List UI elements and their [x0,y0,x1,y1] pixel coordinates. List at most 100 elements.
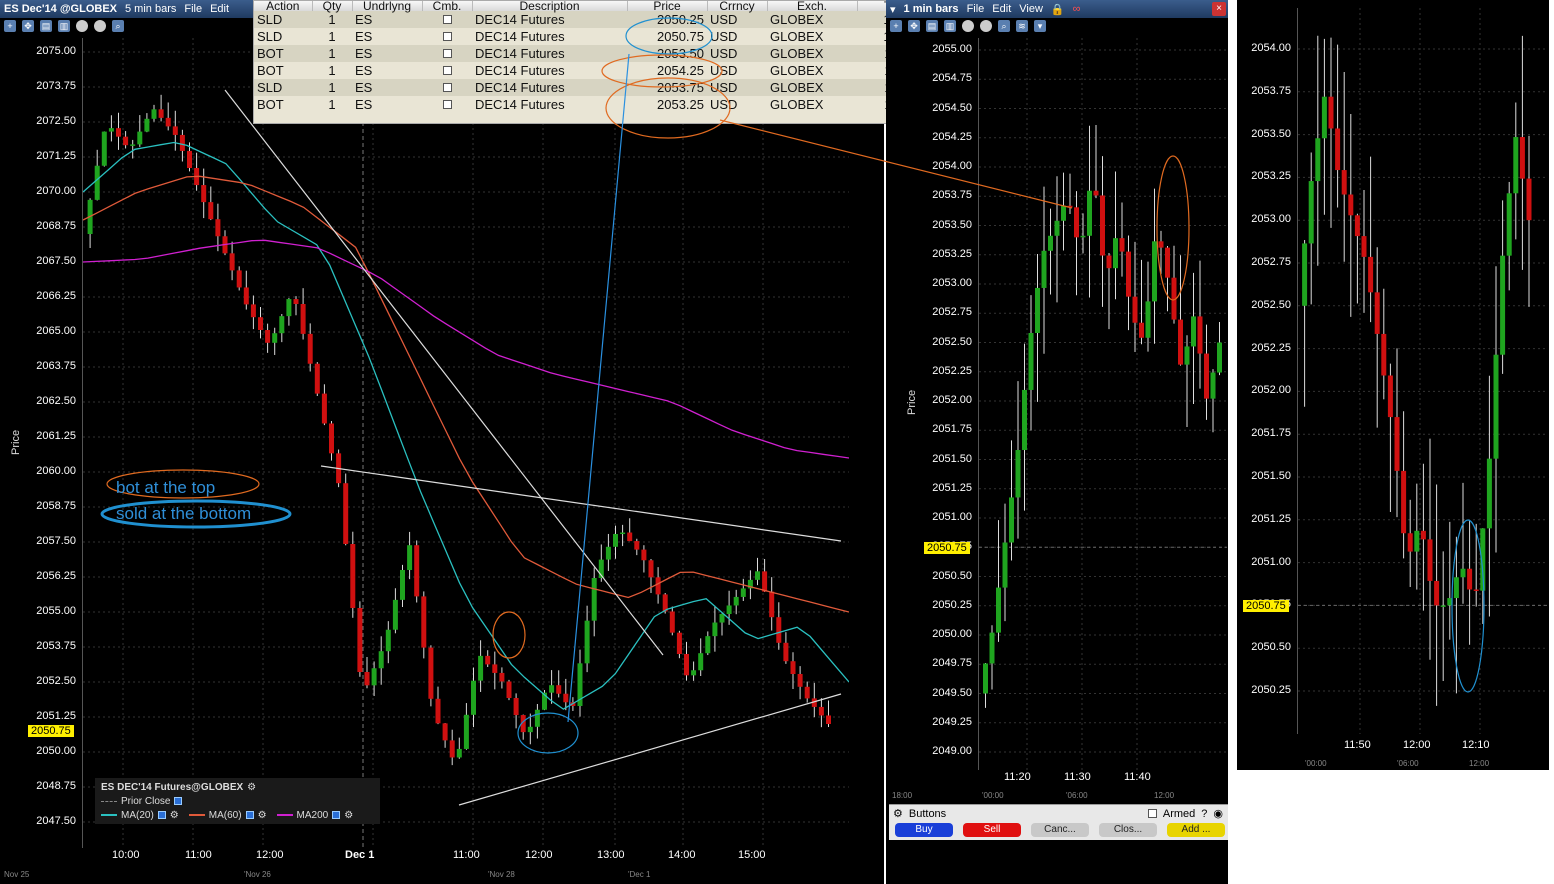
down-candle [1381,333,1387,376]
cell-cur: USD [710,29,738,44]
x-tick-label: 'Nov 26 [244,870,271,879]
y-tick-label: 2053.25 [932,247,972,260]
cell-qty: 1 [328,97,336,112]
ma20-checkbox[interactable] [157,811,166,819]
y-tick-label: 2053.00 [932,277,972,289]
ma200-settings-icon[interactable]: ⚙ [344,810,353,821]
x-tick-label: 14:00 [668,849,696,861]
up-candle [407,545,413,570]
cancel-button[interactable]: Canc... [1031,823,1089,837]
cell-cmb [422,96,472,113]
middle-menu-view[interactable]: View [1019,3,1043,15]
close-icon[interactable]: × [1212,2,1226,16]
circle-icon[interactable] [962,20,974,32]
legend-title: ES DEC'14 Futures@GLOBEX [101,781,244,793]
contract-title[interactable]: ES Dec'14 @GLOBEX [4,3,117,15]
combo-checkbox[interactable] [442,66,452,75]
y-tick-label: 2067.50 [36,255,76,267]
print-preview-icon[interactable]: ▥ [58,20,70,32]
col-qty[interactable]: Qty [312,1,353,12]
down-candle [1394,417,1400,471]
y-tick-label: 2072.50 [36,115,76,127]
down-candle [769,591,775,618]
record-icon[interactable] [980,20,992,32]
crosshair-icon[interactable]: ✥ [22,20,34,32]
options-icon[interactable]: ◉ [1213,807,1223,820]
link-icon[interactable]: ∞ [1073,3,1081,15]
table-row[interactable]: BOT1ESDEC14 Futures2054.25USDGLOBEX11:33… [254,62,935,79]
cell-und: ES [355,29,373,44]
buy-button[interactable]: Buy [895,823,953,837]
menu-file[interactable]: File [184,3,202,15]
ma60-checkbox[interactable] [245,811,254,819]
combo-checkbox[interactable] [442,32,452,41]
circle-icon[interactable] [76,20,88,32]
middle-interval-selector[interactable]: 1 min bars [904,3,959,15]
add-button[interactable]: Add ... [1167,823,1225,837]
x-tick-label: 11:50 [1344,739,1371,751]
middle-chart-window: ▾ 1 min bars File Edit View 🔒 ∞ × + ✥ ▤ … [886,0,1228,884]
col-exchange[interactable]: Exch. [767,1,858,12]
chart-type-icon[interactable]: ≋ [1016,20,1028,32]
combo-checkbox[interactable] [442,15,452,24]
x-tick-label: 11:20 [1004,771,1031,783]
up-candle [1028,333,1034,390]
col-action[interactable]: Action [254,1,313,12]
left-chart-window: ES Dec'14 @GLOBEX 5 min bars File Edit +… [0,0,884,884]
table-row[interactable]: SLD1ESDEC14 Futures2050.75USDGLOBEX12:06… [254,28,935,45]
col-underlying[interactable]: Undrlyng [352,1,423,12]
ma20-settings-icon[interactable]: ⚙ [170,810,179,821]
table-row[interactable]: SLD1ESDEC14 Futures2050.25USDGLOBEX12:09… [254,11,935,28]
down-candle [1139,322,1144,338]
print-icon[interactable]: ▤ [40,20,52,32]
prior-close-checkbox[interactable] [174,797,183,805]
middle-plot-area[interactable] [978,38,1227,770]
down-candle [1178,319,1183,365]
down-candle [492,664,498,673]
print-preview-icon[interactable]: ▥ [944,20,956,32]
left-plot-area[interactable] [82,38,850,848]
wrench-icon[interactable]: ⚙ [247,782,256,793]
x-tick-label: Dec 1 [345,849,375,861]
sell-button[interactable]: Sell [963,823,1021,837]
crosshair-icon[interactable]: ✥ [908,20,920,32]
settings-gear-icon[interactable]: ⚙ [893,807,903,820]
x-tick-label: 12:00 [256,849,284,861]
table-row[interactable]: SLD1ESDEC14 Futures2053.75USDGLOBEX11:32… [254,79,935,96]
cell-qty: 1 [312,79,352,96]
table-body: SLD1ESDEC14 Futures2050.25USDGLOBEX12:09… [254,11,935,113]
ma200-checkbox[interactable] [332,811,341,819]
lock-icon[interactable]: 🔒 [1051,3,1065,16]
col-description[interactable]: Description [472,1,628,12]
record-icon[interactable] [94,20,106,32]
y-tick-label: 2062.50 [36,395,76,407]
zoom-icon[interactable]: ⌕ [112,20,124,32]
plus-icon[interactable]: + [4,20,16,32]
zoom-icon[interactable]: ⌕ [998,20,1010,32]
buttons-row: Buy Sell Canc... Clos... Add ... [895,823,1225,837]
print-icon[interactable]: ▤ [926,20,938,32]
ma60-settings-icon[interactable]: ⚙ [258,810,267,821]
combo-checkbox[interactable] [442,49,452,58]
cell-und: ES [352,11,422,28]
table-row[interactable]: BOT1ESDEC14 Futures2053.25USDGLOBEX11:30… [254,96,935,113]
armed-checkbox[interactable] [1147,809,1157,818]
down-candle [641,549,647,561]
col-currency[interactable]: Crrncy [707,1,768,12]
col-combo[interactable]: Cmb. [422,1,473,12]
combo-checkbox[interactable] [442,100,452,109]
plus-icon[interactable]: + [890,20,902,32]
close-position-button[interactable]: Clos... [1099,823,1157,837]
col-price[interactable]: Price [627,1,708,12]
right-plot-area[interactable] [1297,8,1548,734]
y-tick-label: 2052.75 [1251,256,1291,268]
table-row[interactable]: BOT1ESDEC14 Futures2053.50USDGLOBEX11:34… [254,45,935,62]
help-icon[interactable]: ? [1201,808,1207,820]
interval-selector[interactable]: 5 min bars [125,3,176,15]
middle-dropdown[interactable]: ▾ [890,3,896,16]
middle-menu-file[interactable]: File [967,3,985,15]
combo-checkbox[interactable] [442,83,452,92]
dropdown-arrow-icon[interactable]: ▾ [1034,20,1046,32]
middle-menu-edit[interactable]: Edit [992,3,1011,15]
menu-edit[interactable]: Edit [210,3,229,15]
